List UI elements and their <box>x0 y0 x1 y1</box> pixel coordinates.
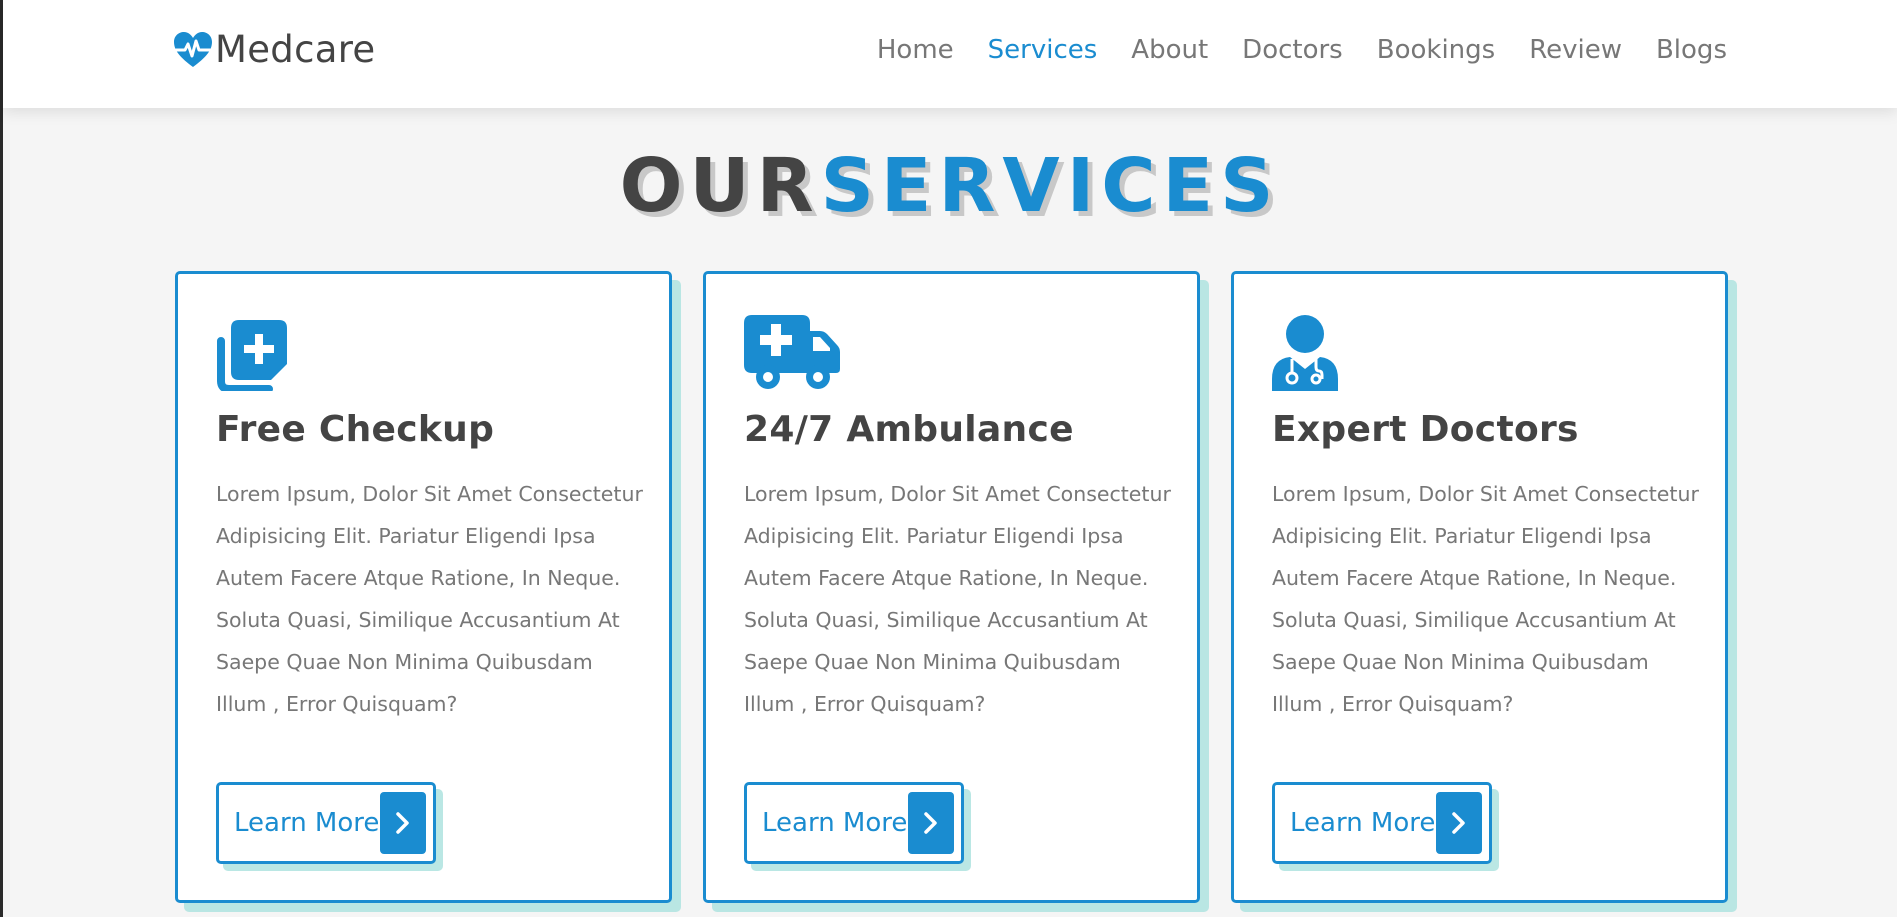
ambulance-icon <box>744 315 840 389</box>
card-description: Lorem Ipsum, Dolor Sit Amet Consectetur … <box>744 482 1171 716</box>
nav-home[interactable]: Home <box>877 30 954 70</box>
chevron-right-icon <box>908 792 954 854</box>
heartbeat-icon <box>174 32 212 67</box>
nav-services[interactable]: Services <box>988 30 1098 70</box>
card-title: 24/7 Ambulance <box>744 409 1074 450</box>
brand-name: Medcare <box>215 28 376 71</box>
chevron-right-icon <box>1436 792 1482 854</box>
nav-review[interactable]: Review <box>1529 30 1622 70</box>
card-description: Lorem Ipsum, Dolor Sit Amet Consectetur … <box>216 482 643 716</box>
section-title-part2: SERVICES <box>820 143 1281 229</box>
nav-bookings[interactable]: Bookings <box>1377 30 1495 70</box>
learn-more-label: Learn More <box>234 808 380 838</box>
main-nav: Home Services About Doctors Bookings Rev… <box>877 30 1727 70</box>
card-title: Free Checkup <box>216 409 495 450</box>
service-card-ambulance: 24/7 Ambulance Lorem Ipsum, Dolor Sit Am… <box>703 271 1200 903</box>
notes-medical-icon <box>217 320 287 391</box>
nav-blogs[interactable]: Blogs <box>1656 30 1727 70</box>
nav-about[interactable]: About <box>1131 30 1208 70</box>
site-header: Medcare Home Services About Doctors Book… <box>3 0 1897 108</box>
learn-more-button[interactable]: Learn More <box>744 782 964 864</box>
chevron-right-icon <box>380 792 426 854</box>
section-title-part1: OUR <box>619 143 821 229</box>
card-title: Expert Doctors <box>1272 409 1579 450</box>
section-title: OURSERVICES <box>3 146 1897 226</box>
learn-more-label: Learn More <box>1290 808 1436 838</box>
user-doctor-icon <box>1272 315 1338 391</box>
card-description: Lorem Ipsum, Dolor Sit Amet Consectetur … <box>1272 482 1699 716</box>
brand-logo[interactable]: Medcare <box>173 26 375 74</box>
page: Medcare Home Services About Doctors Book… <box>0 0 1897 917</box>
learn-more-button[interactable]: Learn More <box>216 782 436 864</box>
learn-more-label: Learn More <box>762 808 908 838</box>
service-card-free-checkup: Free Checkup Lorem Ipsum, Dolor Sit Amet… <box>175 271 672 903</box>
nav-doctors[interactable]: Doctors <box>1242 30 1343 70</box>
service-card-expert-doctors: Expert Doctors Lorem Ipsum, Dolor Sit Am… <box>1231 271 1728 903</box>
learn-more-button[interactable]: Learn More <box>1272 782 1492 864</box>
services-grid: Free Checkup Lorem Ipsum, Dolor Sit Amet… <box>175 271 1729 903</box>
